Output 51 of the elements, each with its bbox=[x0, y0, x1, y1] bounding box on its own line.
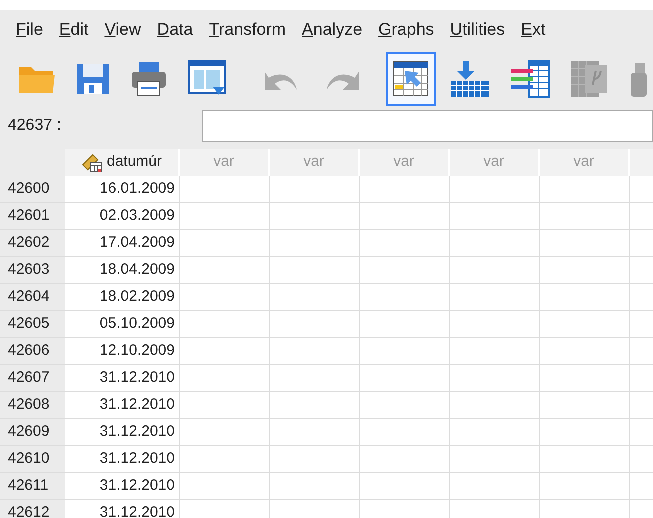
table-cell-text: 02.03.2009 bbox=[100, 206, 175, 226]
table-cell-text: 31.12.2010 bbox=[100, 476, 175, 496]
table-cell-text: 31.12.2010 bbox=[100, 368, 175, 388]
column-label: var bbox=[574, 152, 594, 172]
row-number[interactable]: 42611 bbox=[0, 473, 65, 499]
row-number[interactable]: 42607 bbox=[0, 365, 65, 391]
table-cell-text: 12.10.2009 bbox=[100, 340, 175, 361]
cell-value-field[interactable] bbox=[202, 110, 653, 142]
table-cell-text: 31.12.2010 bbox=[100, 502, 175, 518]
table-cell-text: 31.12.2010 bbox=[100, 394, 175, 415]
column-header[interactable]: datumúr bbox=[65, 149, 180, 176]
variables-icon bbox=[509, 59, 551, 99]
row-number[interactable]: 42610 bbox=[0, 446, 65, 472]
menu-item[interactable]: Transform bbox=[201, 17, 294, 43]
toolbar-button[interactable] bbox=[386, 52, 436, 106]
cell-reference: 42637 : bbox=[8, 116, 62, 136]
table-cell-text: 31.12.2010 bbox=[100, 448, 175, 469]
menu-item[interactable]: File bbox=[8, 17, 52, 43]
row-number[interactable]: 42609 bbox=[0, 419, 65, 445]
row-number[interactable]: 42601 bbox=[0, 203, 65, 229]
column-label: datumúr bbox=[106, 152, 162, 172]
column-label: var bbox=[484, 152, 504, 172]
table-cell-text: 18.04.2009 bbox=[100, 260, 175, 280]
printer-icon bbox=[129, 60, 169, 98]
menu-item[interactable]: Graphs bbox=[370, 17, 442, 43]
table-cell-text: 16.01.2009 bbox=[100, 178, 175, 199]
row-number[interactable]: 42603 bbox=[0, 257, 65, 283]
menu-item[interactable]: Data bbox=[149, 17, 202, 43]
row-number[interactable]: 42605 bbox=[0, 311, 65, 337]
ruler-calendar-icon bbox=[80, 152, 103, 172]
table-cell-text: 17.04.2009 bbox=[100, 232, 175, 253]
table-icon bbox=[569, 59, 609, 99]
menu-item[interactable]: View bbox=[96, 17, 150, 43]
table-cell-text: 31.12.2010 bbox=[100, 422, 175, 442]
table-arrow-icon bbox=[449, 59, 491, 99]
row-number[interactable]: 42604 bbox=[0, 284, 65, 310]
row-number[interactable]: 42602 bbox=[0, 230, 65, 256]
row-number[interactable]: 42612 bbox=[0, 500, 65, 518]
save-icon bbox=[75, 61, 111, 97]
row-number[interactable]: 42600 bbox=[0, 176, 65, 202]
menu-item[interactable]: Analyze bbox=[294, 17, 371, 43]
column-label: var bbox=[214, 152, 234, 172]
menu-item[interactable]: Edit bbox=[51, 17, 97, 43]
menu-item[interactable]: Ext bbox=[513, 17, 554, 43]
row-number[interactable]: 42608 bbox=[0, 392, 65, 418]
column-label: var bbox=[304, 152, 324, 172]
table-cell-text: 18.02.2009 bbox=[100, 286, 175, 307]
menu-item[interactable]: Utilities bbox=[442, 17, 514, 43]
column-label: var bbox=[394, 152, 414, 172]
row-number[interactable]: 42606 bbox=[0, 338, 65, 364]
table-cell-text: 05.10.2009 bbox=[100, 314, 175, 334]
